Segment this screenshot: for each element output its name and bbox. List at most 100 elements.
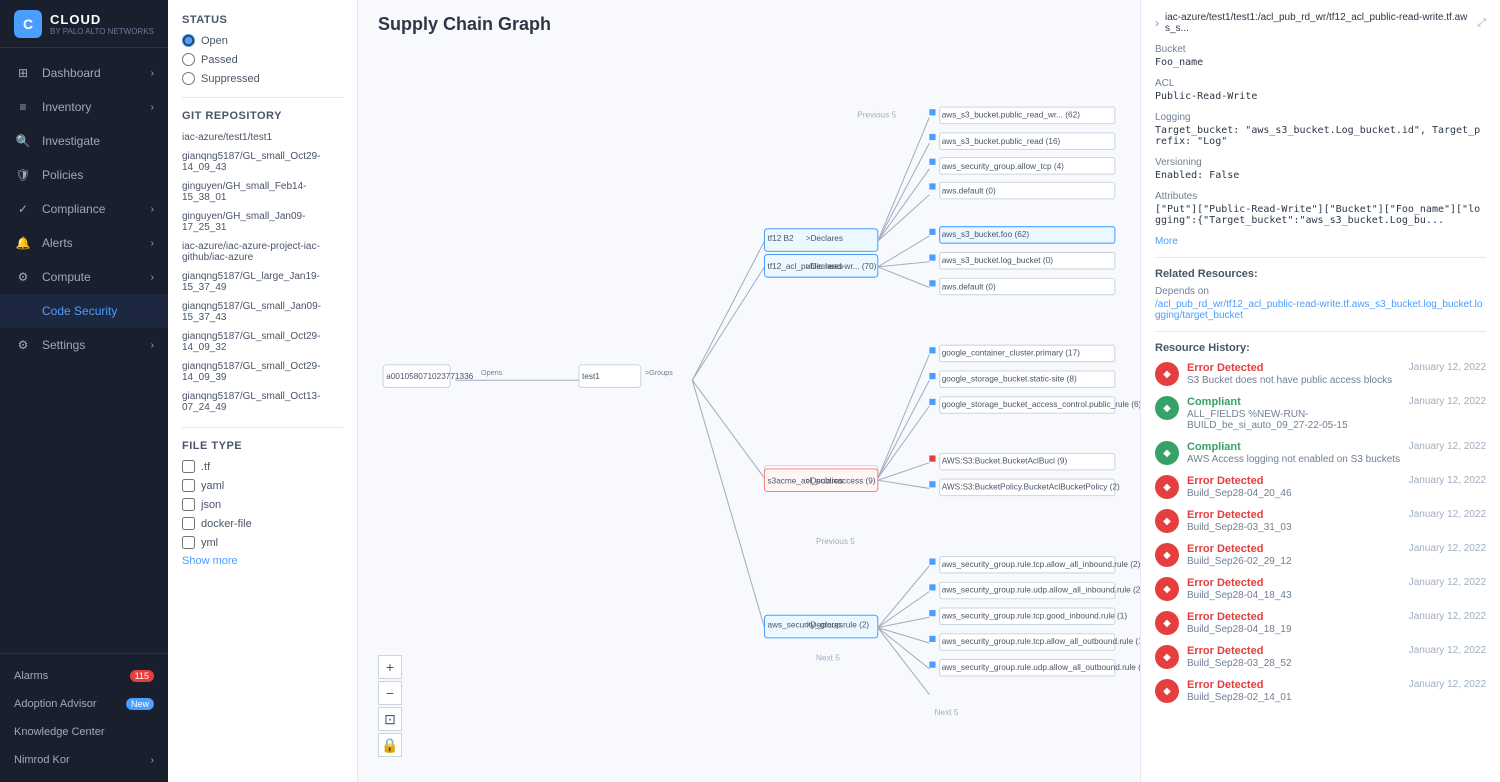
- sidebar-item-compute[interactable]: ⚙ Compute ›: [0, 260, 168, 294]
- inventory-icon: ≡: [14, 98, 32, 116]
- status-option-passed[interactable]: Passed: [182, 53, 343, 66]
- bottom-label-alarms: Alarms: [14, 670, 48, 682]
- bottom-item-adoption[interactable]: Adoption Advisor New: [0, 690, 168, 718]
- repo-item[interactable]: gianqng5187/GL_large_Jan19-15_37_49: [182, 269, 343, 295]
- history-date: January 12, 2022: [1409, 645, 1486, 656]
- rp-value-Versioning: Enabled: False: [1155, 170, 1486, 181]
- history-item: ◆ Error Detected Build_Sep28-04_18_43 Ja…: [1155, 577, 1486, 601]
- sidebar-item-alerts[interactable]: 🔔 Alerts ›: [0, 226, 168, 260]
- history-status: Error Detected: [1187, 475, 1401, 487]
- history-desc: Build_Sep28-02_14_01: [1187, 692, 1401, 703]
- sidebar-item-policies[interactable]: 🛡 Policies: [0, 158, 168, 192]
- history-icon-error: ◆: [1155, 611, 1179, 635]
- supply-chain-svg: Opens test1 >Groups a001058071023771336: [358, 35, 1140, 777]
- svg-text:test1: test1: [582, 372, 600, 381]
- repo-item[interactable]: ginguyen/GH_small_Jan09-17_25_31: [182, 209, 343, 235]
- rp-label-Versioning: Versioning: [1155, 157, 1486, 168]
- lock-button[interactable]: 🔒: [378, 733, 402, 757]
- svg-text:aws_security_group.rule.tcp.al: aws_security_group.rule.tcp.allow_all_ou…: [942, 637, 1140, 646]
- expand-icon[interactable]: ⤢: [1477, 17, 1486, 30]
- rp-section-logging: Logging Target_bucket: "aws_s3_bucket.Lo…: [1155, 112, 1486, 147]
- policies-icon: 🛡: [14, 166, 32, 184]
- repo-item[interactable]: iac-azure/test1/test1: [182, 130, 343, 145]
- rp-value-Bucket: Foo_name: [1155, 57, 1486, 68]
- repo-item[interactable]: ginguyen/GH_small_Feb14-15_38_01: [182, 179, 343, 205]
- svg-text:google_container_cluster.prima: google_container_cluster.primary (17): [942, 349, 1080, 358]
- history-date: January 12, 2022: [1409, 577, 1486, 588]
- sidebar-item-dashboard[interactable]: ⊞ Dashboard ›: [0, 56, 168, 90]
- history-status: Error Detected: [1187, 679, 1401, 691]
- history-desc: Build_Sep26-02_29_12: [1187, 556, 1401, 567]
- badge-alarms: 115: [130, 670, 154, 682]
- file-type-yaml[interactable]: yaml: [182, 479, 343, 492]
- file-type-filter-title: FILE TYPE: [182, 440, 343, 452]
- bottom-item-knowledge[interactable]: Knowledge Center: [0, 718, 168, 746]
- nav-label-dashboard: Dashboard: [42, 66, 101, 80]
- history-content: Error Detected Build_Sep28-04_18_43: [1187, 577, 1401, 601]
- history-status: Error Detected: [1187, 645, 1401, 657]
- fit-view-button[interactable]: ⊡: [378, 707, 402, 731]
- history-item: ◆ Error Detected Build_Sep28-03_28_52 Ja…: [1155, 645, 1486, 669]
- sidebar-item-inventory[interactable]: ≡ Inventory ›: [0, 90, 168, 124]
- settings-icon: ⚙: [14, 336, 32, 354]
- repo-item[interactable]: gianqng5187/GL_small_Oct29-14_09_39: [182, 359, 343, 385]
- history-item: ◆ Error Detected S3 Bucket does not have…: [1155, 362, 1486, 386]
- history-icon-error: ◆: [1155, 509, 1179, 533]
- nav-arrow-inventory: ›: [151, 102, 154, 113]
- panel-chevron[interactable]: ›: [1155, 16, 1159, 30]
- logo-text: CLOUD BY PALO ALTO NETWORKS: [50, 12, 154, 36]
- history-item: ◆ Compliant ALL_FIELDS %NEW-RUN-BUILD_be…: [1155, 396, 1486, 431]
- status-option-open[interactable]: Open: [182, 34, 343, 47]
- repo-item[interactable]: gianqng5187/GL_small_Oct29-14_09_32: [182, 329, 343, 355]
- more-link[interactable]: More: [1155, 236, 1486, 247]
- history-content: Error Detected Build_Sep28-04_18_19: [1187, 611, 1401, 635]
- status-option-suppressed[interactable]: Suppressed: [182, 72, 343, 85]
- depends-on-item[interactable]: /acl_pub_rd_wr/tf12_acl_public-read-writ…: [1155, 299, 1486, 321]
- history-status: Error Detected: [1187, 362, 1401, 374]
- nav-label-inventory: Inventory: [42, 100, 91, 114]
- sidebar-item-compliance[interactable]: ✓ Compliance ›: [0, 192, 168, 226]
- zoom-in-button[interactable]: +: [378, 655, 402, 679]
- repo-item[interactable]: gianqng5187/GL_small_Oct13-07_24_49: [182, 389, 343, 415]
- content-area: Status Open Passed Suppressed Git Reposi…: [168, 0, 1500, 782]
- sidebar-item-settings[interactable]: ⚙ Settings ›: [0, 328, 168, 362]
- bottom-label-adoption: Adoption Advisor: [14, 698, 97, 710]
- repo-item[interactable]: iac-azure/iac-azure-project-iac-github/i…: [182, 239, 343, 265]
- sidebar-item-code-security[interactable]: Code Security: [0, 294, 168, 328]
- sidebar-item-investigate[interactable]: 🔍 Investigate: [0, 124, 168, 158]
- history-status: Error Detected: [1187, 509, 1401, 521]
- svg-text:a001058071023771336: a001058071023771336: [386, 372, 473, 381]
- svg-text:aws_security_group.rule.tcp.go: aws_security_group.rule.tcp.good_inbound…: [942, 611, 1128, 620]
- svg-text:google_storage_bucket.static-s: google_storage_bucket.static-site (8): [942, 374, 1077, 383]
- git-repo-filter-title: Git Repository: [182, 110, 343, 122]
- bottom-item-alarms[interactable]: Alarms 115: [0, 662, 168, 690]
- repo-item[interactable]: gianqng5187/GL_small_Jan09-15_37_43: [182, 299, 343, 325]
- nav-arrow-dashboard: ›: [151, 68, 154, 79]
- file-type-json[interactable]: json: [182, 498, 343, 511]
- bottom-item-nimrod[interactable]: Nimrod Kor ›: [0, 746, 168, 774]
- show-more-link[interactable]: Show more: [182, 555, 343, 567]
- filter-panel: Status Open Passed Suppressed Git Reposi…: [168, 0, 358, 782]
- history-desc: AWS Access logging not enabled on S3 buc…: [1187, 454, 1401, 465]
- nav-label-investigate: Investigate: [42, 134, 100, 148]
- history-icon-error: ◆: [1155, 362, 1179, 386]
- history-status: Error Detected: [1187, 611, 1401, 623]
- svg-text:Next 5: Next 5: [816, 654, 840, 663]
- svg-text:aws_s3_bucket.public_read_wr..: aws_s3_bucket.public_read_wr... (62): [942, 110, 1080, 119]
- file-type-yml[interactable]: yml: [182, 536, 343, 549]
- compliance-icon: ✓: [14, 200, 32, 218]
- svg-text:aws_s3_bucket.foo (62): aws_s3_bucket.foo (62): [942, 230, 1030, 239]
- nav-arrow-alerts: ›: [151, 238, 154, 249]
- file-type-docker-file[interactable]: docker-file: [182, 517, 343, 530]
- file-type-.tf[interactable]: .tf: [182, 460, 343, 473]
- svg-text:aws.default (0): aws.default (0): [942, 283, 996, 292]
- repo-item[interactable]: gianqng5187/GL_small_Oct29-14_09_43: [182, 149, 343, 175]
- history-item: ◆ Error Detected Build_Sep26-02_29_12 Ja…: [1155, 543, 1486, 567]
- right-panel: › iac-azure/test1/test1:/acl_pub_rd_wr/t…: [1140, 0, 1500, 782]
- logo-icon: C: [14, 10, 42, 38]
- investigate-icon: 🔍: [14, 132, 32, 150]
- svg-text:AWS:S3:BucketPolicy.BucketAclB: AWS:S3:BucketPolicy.BucketAclBucketPolic…: [942, 482, 1120, 491]
- zoom-out-button[interactable]: −: [378, 681, 402, 705]
- history-date: January 12, 2022: [1409, 475, 1486, 486]
- svg-text:Previous 5: Previous 5: [816, 537, 855, 546]
